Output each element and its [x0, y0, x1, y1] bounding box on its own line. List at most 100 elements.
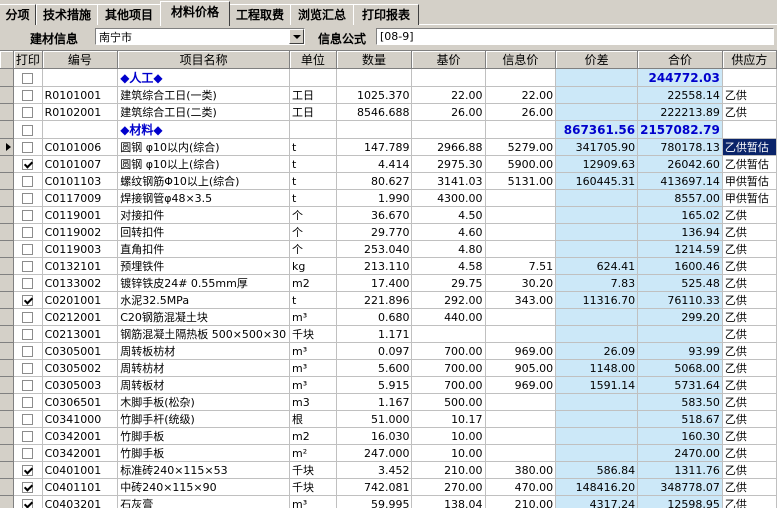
cell-code[interactable]: C0212001	[42, 309, 118, 326]
cell-price-diff[interactable]: 148416.20	[556, 479, 638, 496]
cell-total[interactable]: 8557.00	[638, 190, 723, 207]
cell-total[interactable]: 136.94	[638, 224, 723, 241]
row-indicator[interactable]	[0, 69, 14, 87]
cell-unit[interactable]: m³	[290, 360, 337, 377]
print-checkbox[interactable]	[22, 380, 33, 391]
cell-unit[interactable]: kg	[290, 258, 337, 275]
group-row[interactable]: ◆人工◆244772.03	[0, 69, 777, 87]
cell-price-diff[interactable]	[556, 190, 638, 207]
cell-supplier[interactable]: 乙供	[722, 411, 776, 428]
cell-quantity[interactable]: 5.600	[336, 360, 412, 377]
cell-name[interactable]: 螺纹钢筋Φ10以上(综合)	[118, 173, 290, 190]
cell-quantity[interactable]: 3.452	[336, 462, 412, 479]
cell-base-price[interactable]: 2975.30	[412, 156, 485, 173]
cell-total[interactable]: 12598.95	[638, 496, 723, 508]
cell-supplier[interactable]: 乙供	[722, 275, 776, 292]
cell-name[interactable]: 石灰膏	[118, 496, 290, 508]
cell-base-price[interactable]: 29.75	[412, 275, 485, 292]
row-indicator[interactable]	[0, 121, 14, 139]
cell-supplier[interactable]: 乙供	[722, 394, 776, 411]
table-row[interactable]: C0117009焊接钢管φ48×3.5t1.9904300.008557.00甲…	[0, 190, 777, 207]
cell-price-diff[interactable]: 341705.90	[556, 139, 638, 156]
cell-total[interactable]: 1214.59	[638, 241, 723, 258]
cell-quantity[interactable]: 221.896	[336, 292, 412, 309]
print-checkbox[interactable]	[22, 193, 33, 204]
cell-base-price[interactable]: 2966.88	[412, 139, 485, 156]
cell-info-price[interactable]	[485, 207, 556, 224]
row-indicator[interactable]	[0, 411, 14, 428]
table-row[interactable]: C0306501木脚手板(松杂)m31.167500.00583.50乙供	[0, 394, 777, 411]
print-checkbox[interactable]	[22, 431, 33, 442]
cell-quantity[interactable]	[336, 121, 412, 139]
cell-quantity[interactable]: 247.000	[336, 445, 412, 462]
row-indicator[interactable]	[0, 479, 14, 496]
tab-material-prices[interactable]: 材料价格	[160, 1, 230, 26]
print-checkbox[interactable]	[22, 295, 33, 306]
cell-total[interactable]: 244772.03	[638, 69, 723, 87]
cell-code[interactable]: C0101006	[42, 139, 118, 156]
cell-supplier[interactable]: 乙供	[722, 445, 776, 462]
cell-info-price[interactable]: 7.51	[485, 258, 556, 275]
cell-code[interactable]: C0119002	[42, 224, 118, 241]
cell-unit[interactable]	[290, 121, 337, 139]
cell-price-diff[interactable]: 160445.31	[556, 173, 638, 190]
cell-price-diff[interactable]: 1148.00	[556, 360, 638, 377]
print-checkbox[interactable]	[22, 142, 33, 153]
row-indicator[interactable]	[0, 224, 14, 241]
cell-supplier[interactable]	[722, 121, 776, 139]
cell-unit[interactable]: m³	[290, 343, 337, 360]
table-row[interactable]: C0132101预埋铁件kg213.1104.587.51624.411600.…	[0, 258, 777, 275]
cell-unit[interactable]: t	[290, 292, 337, 309]
cell-price-diff[interactable]	[556, 69, 638, 87]
cell-name[interactable]: 建筑综合工日(一类)	[118, 87, 290, 104]
cell-quantity[interactable]	[336, 69, 412, 87]
col-header-base-price[interactable]: 基价	[412, 51, 485, 69]
cell-name[interactable]: 周转枋材	[118, 360, 290, 377]
cell-price-diff[interactable]: 12909.63	[556, 156, 638, 173]
cell-name[interactable]: 对接扣件	[118, 207, 290, 224]
table-row[interactable]: C0212001C20钢筋混凝土块m³0.680440.00299.20乙供	[0, 309, 777, 326]
cell-quantity[interactable]: 5.915	[336, 377, 412, 394]
row-indicator[interactable]	[0, 377, 14, 394]
cell-quantity[interactable]: 253.040	[336, 241, 412, 258]
cell-quantity[interactable]: 0.097	[336, 343, 412, 360]
cell-price-diff[interactable]	[556, 224, 638, 241]
cell-info-price[interactable]	[485, 411, 556, 428]
cell-total[interactable]: 525.48	[638, 275, 723, 292]
cell-price-diff[interactable]: 586.84	[556, 462, 638, 479]
cell-unit[interactable]: m³	[290, 309, 337, 326]
table-row[interactable]: C0341000竹脚手杆(统级)根51.00010.17518.67乙供	[0, 411, 777, 428]
cell-price-diff[interactable]: 1591.14	[556, 377, 638, 394]
cell-code[interactable]: C0132101	[42, 258, 118, 275]
cell-unit[interactable]: 根	[290, 411, 337, 428]
cell-total[interactable]	[638, 326, 723, 343]
current-row-indicator-icon[interactable]	[0, 139, 14, 156]
row-indicator[interactable]	[0, 190, 14, 207]
cell-price-diff[interactable]: 867361.56	[556, 121, 638, 139]
cell-price-diff[interactable]	[556, 241, 638, 258]
cell-quantity[interactable]: 0.680	[336, 309, 412, 326]
cell-code[interactable]: C0306501	[42, 394, 118, 411]
cell-base-price[interactable]: 10.00	[412, 428, 485, 445]
col-header-total[interactable]: 合价	[638, 51, 723, 69]
print-checkbox[interactable]	[22, 159, 33, 170]
cell-info-price[interactable]	[485, 445, 556, 462]
cell-unit[interactable]: 个	[290, 241, 337, 258]
row-indicator[interactable]	[0, 326, 14, 343]
cell-quantity[interactable]: 1.167	[336, 394, 412, 411]
cell-total[interactable]: 413697.14	[638, 173, 723, 190]
print-checkbox[interactable]	[22, 346, 33, 357]
table-row[interactable]: C0305002周转枋材m³5.600700.00905.001148.0050…	[0, 360, 777, 377]
cell-code[interactable]: R0102001	[42, 104, 118, 121]
cell-name[interactable]: 周转板材	[118, 377, 290, 394]
print-checkbox[interactable]	[22, 227, 33, 238]
table-row[interactable]: C0101007圆钢 φ10以上(综合)t4.4142975.305900.00…	[0, 156, 777, 173]
print-checkbox[interactable]	[22, 448, 33, 459]
cell-name[interactable]: 回转扣件	[118, 224, 290, 241]
cell-info-price[interactable]: 470.00	[485, 479, 556, 496]
cell-quantity[interactable]: 17.400	[336, 275, 412, 292]
cell-quantity[interactable]: 80.627	[336, 173, 412, 190]
cell-name[interactable]: 竹脚手杆(统级)	[118, 411, 290, 428]
cell-name[interactable]: 标准砖240×115×53	[118, 462, 290, 479]
cell-supplier[interactable]: 乙供	[722, 496, 776, 508]
